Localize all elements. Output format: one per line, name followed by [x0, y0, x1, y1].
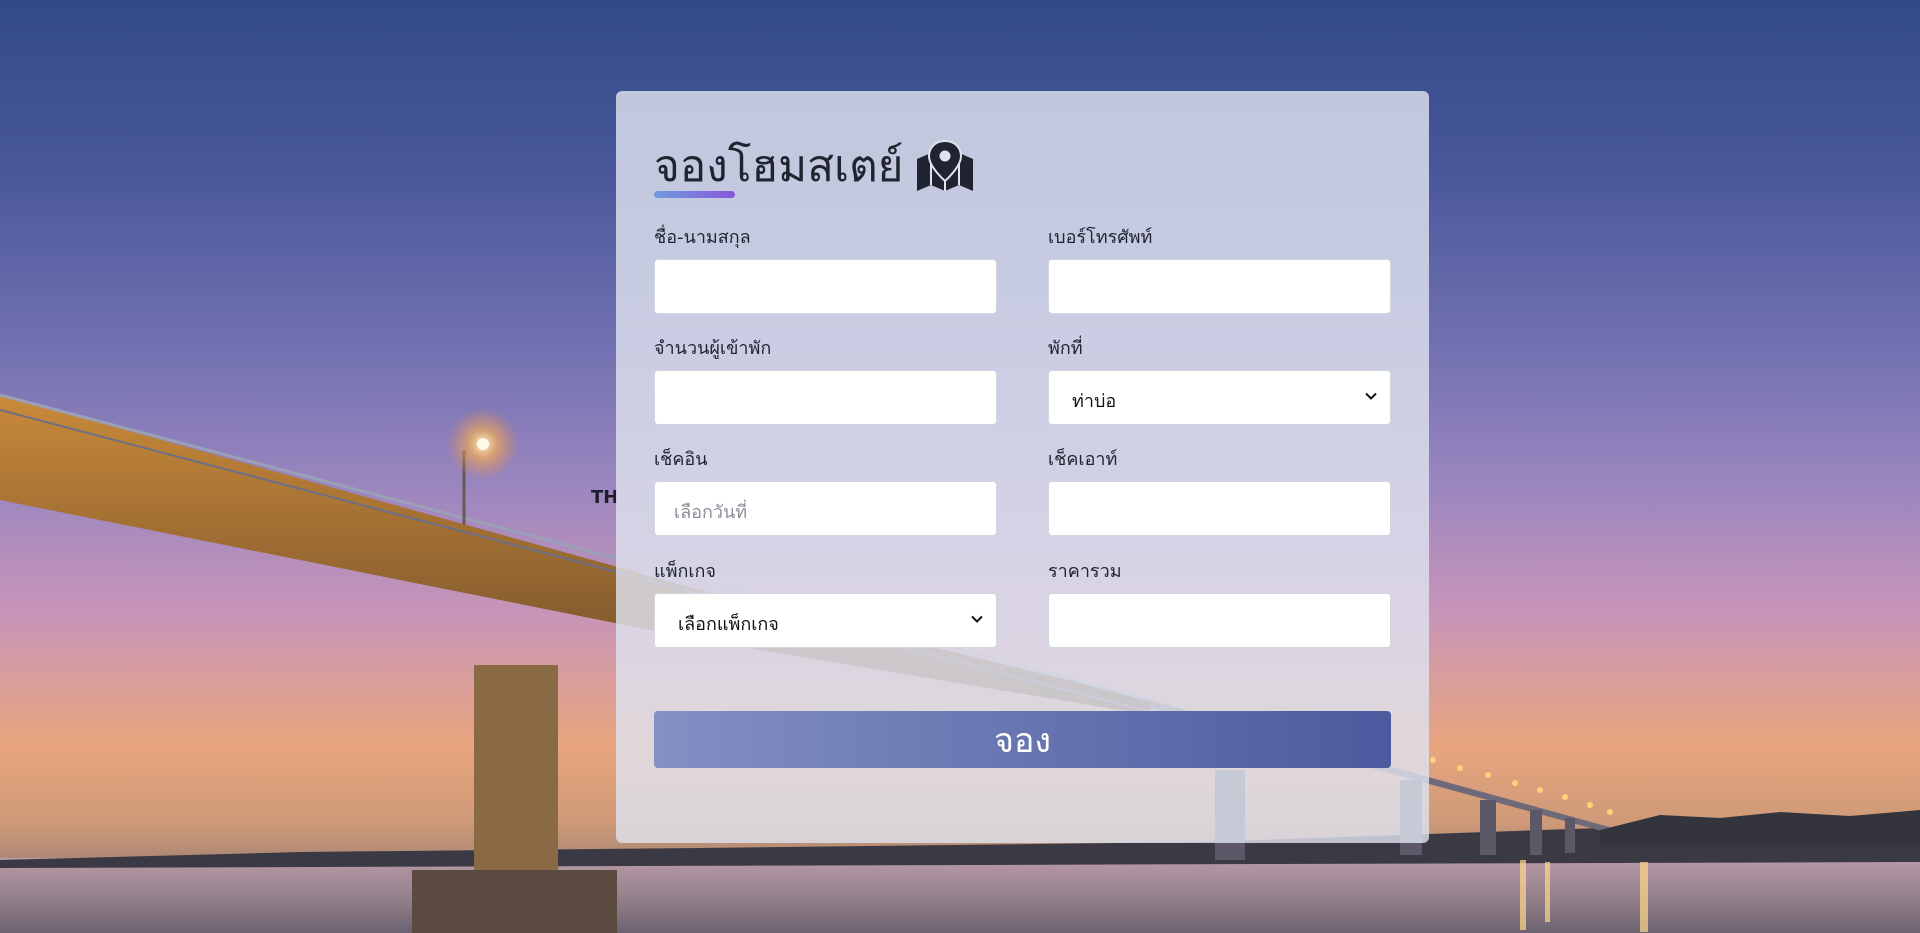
chevron-down-icon	[971, 615, 983, 623]
full-name-label: ชื่อ-นามสกุล	[654, 227, 751, 248]
check-out-label: เช็คเอาท์	[1048, 449, 1118, 470]
package-label: แพ็กเกจ	[654, 561, 716, 582]
package-select[interactable]: เลือกแพ็กเกจ	[654, 593, 997, 648]
guests-group: จำนวนผู้เข้าพัก	[654, 336, 997, 425]
check-in-placeholder: เลือกวันที่	[674, 502, 748, 523]
check-in-date-input[interactable]: เลือกวันที่	[654, 481, 997, 536]
phone-input[interactable]	[1048, 259, 1391, 314]
map-marker-icon	[915, 139, 975, 193]
chevron-down-icon	[1365, 392, 1377, 400]
total-price-group: ราคารวม	[1048, 559, 1391, 648]
check-out-group: เช็คเอาท์	[1048, 447, 1391, 536]
stay-at-select[interactable]: ท่าบ่อ	[1048, 370, 1391, 425]
guests-label: จำนวนผู้เข้าพัก	[654, 338, 772, 359]
full-name-group: ชื่อ-นามสกุล	[654, 225, 997, 314]
stay-at-group: พักที่ ท่าบ่อ	[1048, 336, 1391, 425]
booking-card: จองโฮมสเตย์ ชื่อ-นามสกุล เบอร์โทรศัพท์ จ…	[616, 91, 1429, 843]
book-button[interactable]: จอง	[654, 711, 1391, 768]
package-group: แพ็กเกจ เลือกแพ็กเกจ	[654, 559, 997, 648]
stay-at-selected: ท่าบ่อ	[1072, 391, 1117, 412]
check-out-input[interactable]	[1048, 481, 1391, 536]
check-in-label: เช็คอิน	[654, 449, 708, 470]
background-overlay-text: TH	[591, 487, 619, 508]
stay-at-label: พักที่	[1048, 338, 1083, 359]
check-in-group: เช็คอิน เลือกวันที่	[654, 447, 997, 536]
total-price-input[interactable]	[1048, 593, 1391, 648]
phone-group: เบอร์โทรศัพท์	[1048, 225, 1391, 314]
package-selected: เลือกแพ็กเกจ	[678, 614, 779, 635]
phone-label: เบอร์โทรศัพท์	[1048, 227, 1153, 248]
total-price-label: ราคารวม	[1048, 561, 1122, 582]
full-name-input[interactable]	[654, 259, 997, 314]
title-underline	[654, 191, 735, 198]
guests-input[interactable]	[654, 370, 997, 425]
